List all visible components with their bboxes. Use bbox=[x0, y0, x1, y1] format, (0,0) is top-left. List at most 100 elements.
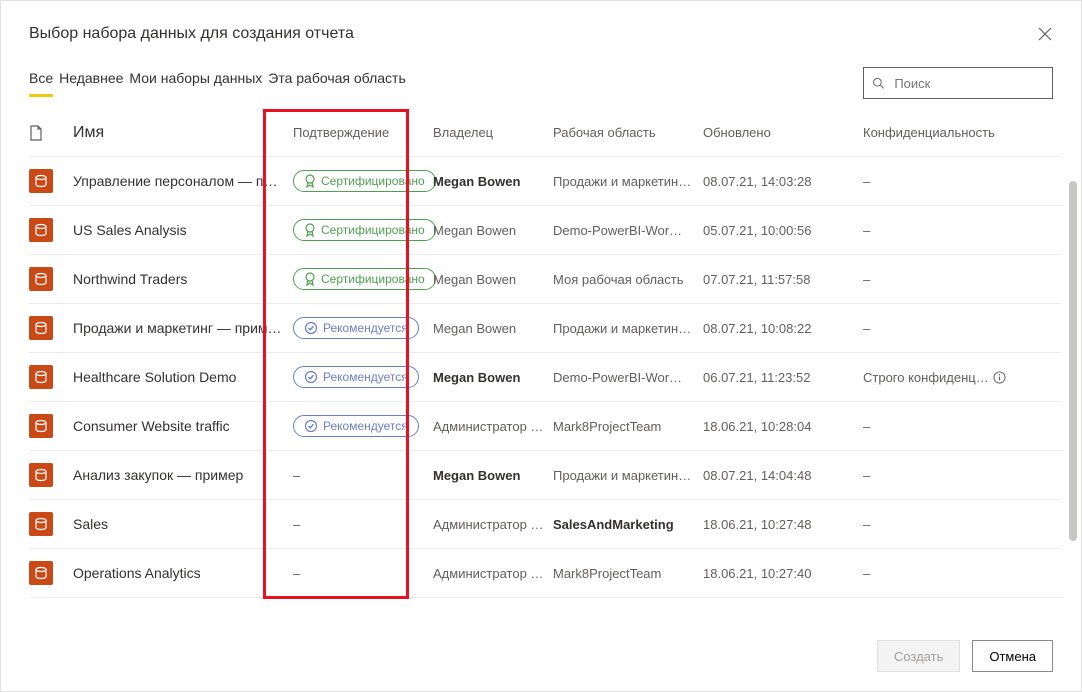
table-row[interactable]: US Sales AnalysisСертифицированоMegan Bo… bbox=[29, 206, 1061, 255]
no-endorsement: – bbox=[293, 468, 300, 483]
ribbon-icon bbox=[304, 223, 316, 237]
cancel-button[interactable]: Отмена bbox=[972, 640, 1053, 672]
dataset-icon bbox=[29, 463, 53, 487]
row-updated: 06.07.21, 11:23:52 bbox=[703, 370, 863, 385]
row-endorsement: – bbox=[293, 566, 433, 581]
badge-label: Сертифицировано bbox=[321, 223, 425, 237]
search-icon bbox=[872, 76, 884, 90]
row-endorsement: Рекомендуется bbox=[293, 366, 433, 388]
row-sensitivity: – bbox=[863, 272, 1023, 287]
row-endorsement: Сертифицировано bbox=[293, 219, 433, 241]
row-workspace: Mark8ProjectTeam bbox=[553, 566, 703, 581]
column-header-owner[interactable]: Владелец bbox=[433, 125, 553, 140]
document-icon bbox=[29, 125, 43, 141]
table-row[interactable]: Northwind TradersСертифицированоMegan Bo… bbox=[29, 255, 1061, 304]
table-row[interactable]: Продажи и маркетинг — пример… Рекомендует… bbox=[29, 304, 1061, 353]
sensitivity-label: – bbox=[863, 517, 870, 532]
row-name: Consumer Website traffic bbox=[73, 418, 293, 434]
sensitivity-label: Строго конфиденц… bbox=[863, 370, 989, 385]
badge-label: Рекомендуется bbox=[323, 321, 408, 335]
certified-badge: Сертифицировано bbox=[293, 219, 436, 241]
dataset-icon bbox=[29, 169, 53, 193]
info-icon[interactable] bbox=[993, 371, 1006, 384]
row-icon-cell bbox=[29, 169, 73, 193]
row-icon-cell bbox=[29, 218, 73, 242]
close-icon bbox=[1038, 27, 1052, 41]
row-sensitivity: – bbox=[863, 419, 1023, 434]
search-box[interactable] bbox=[863, 67, 1053, 99]
table-row[interactable]: Operations Analytics–Администратор MODMa… bbox=[29, 549, 1061, 598]
dataset-icon bbox=[29, 365, 53, 389]
tab-all[interactable]: Все bbox=[29, 70, 53, 97]
row-endorsement: Рекомендуется bbox=[293, 317, 433, 339]
row-name: Healthcare Solution Demo bbox=[73, 369, 293, 385]
certified-badge: Сертифицировано bbox=[293, 170, 436, 192]
dialog-title: Выбор набора данных для создания отчета bbox=[29, 25, 354, 43]
row-sensitivity: – bbox=[863, 517, 1023, 532]
row-sensitivity: Строго конфиденц… bbox=[863, 370, 1023, 385]
row-updated: 18.06.21, 10:28:04 bbox=[703, 419, 863, 434]
column-header-sensitivity[interactable]: Конфиденциальность bbox=[863, 125, 1023, 140]
row-owner: Megan Bowen bbox=[433, 468, 553, 483]
column-header-updated[interactable]: Обновлено bbox=[703, 125, 863, 140]
dataset-picker-dialog: Выбор набора данных для создания отчета … bbox=[0, 0, 1082, 692]
row-workspace: Продажи и маркетинг … bbox=[553, 321, 703, 336]
column-header-workspace[interactable]: Рабочая область bbox=[553, 125, 703, 140]
table-body: Управление персоналом — примерСертифицир… bbox=[29, 157, 1061, 598]
row-owner: Администратор MOD bbox=[433, 419, 553, 434]
row-icon-cell bbox=[29, 365, 73, 389]
column-header-icon[interactable] bbox=[29, 125, 73, 141]
search-input[interactable] bbox=[892, 75, 1044, 92]
ribbon-icon bbox=[304, 174, 316, 188]
sensitivity-label: – bbox=[863, 468, 870, 483]
row-icon-cell bbox=[29, 463, 73, 487]
no-endorsement: – bbox=[293, 517, 300, 532]
tab-this-workspace[interactable]: Эта рабочая область bbox=[268, 70, 405, 97]
row-icon-cell bbox=[29, 267, 73, 291]
dataset-icon bbox=[29, 218, 53, 242]
tab-recent[interactable]: Недавнее bbox=[59, 70, 123, 97]
row-workspace: Моя рабочая область bbox=[553, 272, 703, 287]
checkmark-circle-icon bbox=[304, 321, 318, 335]
row-sensitivity: – bbox=[863, 174, 1023, 189]
row-workspace: Demo-PowerBI-Wor… bbox=[553, 370, 703, 385]
row-icon-cell bbox=[29, 512, 73, 536]
tab-my-datasets[interactable]: Мои наборы данных bbox=[129, 70, 262, 97]
row-owner: Megan Bowen bbox=[433, 370, 553, 385]
dataset-icon bbox=[29, 414, 53, 438]
row-updated: 18.06.21, 10:27:48 bbox=[703, 517, 863, 532]
badge-label: Сертифицировано bbox=[321, 272, 425, 286]
table-row[interactable]: Управление персоналом — примерСертифицир… bbox=[29, 157, 1061, 206]
row-name: Продажи и маркетинг — пример… bbox=[73, 320, 293, 336]
scrollbar[interactable] bbox=[1069, 181, 1077, 601]
badge-label: Сертифицировано bbox=[321, 174, 425, 188]
tabs-row: Все Недавнее Мои наборы данных Эта рабоч… bbox=[1, 51, 1081, 99]
promoted-badge: Рекомендуется bbox=[293, 415, 419, 437]
row-updated: 18.06.21, 10:27:40 bbox=[703, 566, 863, 581]
column-header-name[interactable]: Имя bbox=[73, 124, 293, 142]
dataset-icon bbox=[29, 316, 53, 340]
close-button[interactable] bbox=[1037, 26, 1053, 42]
table-row[interactable]: Sales–Администратор MOSalesAndMarketing1… bbox=[29, 500, 1061, 549]
row-endorsement: Сертифицировано bbox=[293, 170, 433, 192]
row-icon-cell bbox=[29, 561, 73, 585]
column-header-endorsement[interactable]: Подтверждение bbox=[293, 125, 433, 140]
table-row[interactable]: Healthcare Solution DemoРекомендуетсяMeg… bbox=[29, 353, 1061, 402]
row-name: Sales bbox=[73, 516, 293, 532]
scrollbar-thumb[interactable] bbox=[1069, 181, 1077, 541]
row-endorsement: Рекомендуется bbox=[293, 415, 433, 437]
table-row[interactable]: Consumer Website trafficРекомендуется Адм… bbox=[29, 402, 1061, 451]
dataset-icon bbox=[29, 267, 53, 291]
row-owner: Администратор MO bbox=[433, 517, 553, 532]
row-name: Northwind Traders bbox=[73, 271, 293, 287]
create-button[interactable]: Создать bbox=[877, 640, 960, 672]
sensitivity-label: – bbox=[863, 321, 870, 336]
table-row[interactable]: Анализ закупок — пример–Megan BowenПрода… bbox=[29, 451, 1061, 500]
row-workspace: Demo-PowerBI-Wor… bbox=[553, 223, 703, 238]
sensitivity-label: – bbox=[863, 174, 870, 189]
row-updated: 08.07.21, 10:08:22 bbox=[703, 321, 863, 336]
dialog-footer: Создать Отмена bbox=[1, 621, 1081, 691]
row-workspace: SalesAndMarketing bbox=[553, 517, 703, 532]
row-endorsement: Сертифицировано bbox=[293, 268, 433, 290]
row-owner: Администратор MOD bbox=[433, 566, 553, 581]
